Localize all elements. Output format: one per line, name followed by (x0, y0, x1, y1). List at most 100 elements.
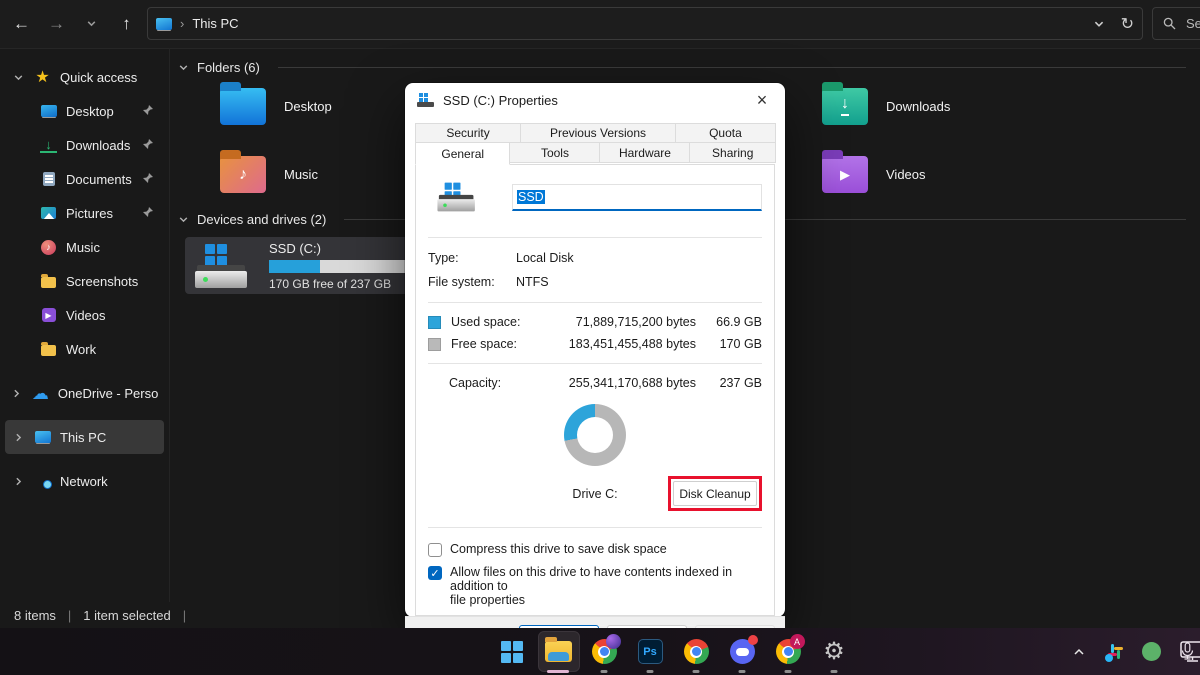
folder-tile-videos[interactable]: ▶ Videos (822, 156, 926, 193)
chrome-profile1-button[interactable] (581, 628, 627, 675)
profile-badge: A (790, 634, 805, 649)
search-input[interactable]: Search (1152, 7, 1200, 40)
disk-cleanup-button[interactable]: Disk Cleanup (673, 481, 757, 506)
sidebar-item-music[interactable]: ♪ Music (5, 230, 164, 264)
tab-general[interactable]: General (415, 142, 510, 165)
tab-quota[interactable]: Quota (675, 123, 776, 143)
sidebar-item-label[interactable]: Downloads (66, 138, 130, 153)
sidebar-item-label[interactable]: OneDrive - Personal (58, 386, 158, 401)
chevron-down-icon[interactable] (178, 214, 189, 225)
sidebar-item-label[interactable]: This PC (60, 430, 106, 445)
sidebar-item-label[interactable]: Music (66, 240, 100, 255)
sidebar-item-documents[interactable]: Documents (5, 162, 164, 196)
sidebar-item-onedrive[interactable]: ☁ OneDrive - Personal (5, 376, 164, 410)
sidebar-item-label[interactable]: Screenshots (66, 274, 138, 289)
section-label: Devices and drives (2) (197, 212, 326, 227)
back-icon[interactable]: ← (4, 6, 39, 41)
capacity-label: Capacity: (449, 376, 546, 390)
photoshop-button[interactable]: Ps (627, 628, 673, 675)
star-icon: ★ (34, 69, 51, 86)
general-tab-page: SSD Type: Local Disk File system: NTFS U… (415, 164, 775, 616)
forward-icon[interactable]: → (39, 6, 74, 41)
videos-folder-icon: ▶ (822, 156, 868, 193)
used-space-bytes: 71,889,715,200 bytes (546, 315, 696, 329)
refresh-icon[interactable]: ↻ (1121, 14, 1134, 34)
tab-security[interactable]: Security (415, 123, 521, 143)
tile-label[interactable]: Desktop (284, 99, 332, 114)
history-chevron-icon[interactable] (74, 6, 109, 41)
status-green-icon[interactable] (1138, 628, 1164, 675)
taskbar: Ps A ⚙ (0, 628, 1200, 675)
folder-tile-desktop[interactable]: Desktop (220, 88, 332, 125)
chrome-button[interactable] (673, 628, 719, 675)
desktop-folder-icon (220, 88, 266, 125)
address-bar[interactable]: › This PC ↻ (147, 7, 1143, 40)
tab-tools[interactable]: Tools (509, 142, 600, 163)
tab-previous-versions[interactable]: Previous Versions (520, 123, 676, 143)
address-chevron-down-icon[interactable] (1093, 18, 1105, 30)
sidebar-item-downloads[interactable]: ↓ Downloads (5, 128, 164, 162)
sidebar-item-work[interactable]: Work (5, 332, 164, 366)
tile-label[interactable]: Music (284, 167, 318, 182)
index-checkbox[interactable]: ✓ (428, 566, 442, 580)
drive-c-row: Drive C: Disk Cleanup (428, 476, 762, 511)
drive-label-input[interactable]: SSD (512, 184, 762, 211)
sidebar-item-network[interactable]: Network (5, 464, 164, 498)
sidebar: ★ Quick access Desktop ↓ Downloads Docum… (0, 48, 170, 602)
tile-label[interactable]: Downloads (886, 99, 950, 114)
sidebar-item-this-pc[interactable]: This PC (5, 420, 164, 454)
index-label: Allow files on this drive to have conten… (450, 565, 762, 607)
running-indicator (693, 670, 700, 673)
folders-section-header[interactable]: Folders (6) (178, 60, 1186, 75)
hard-drive-icon (193, 242, 251, 290)
sidebar-item-label[interactable]: Work (66, 342, 96, 357)
usage-donut-chart (564, 404, 626, 466)
file-explorer-button[interactable] (535, 628, 581, 675)
compress-checkbox[interactable] (428, 543, 442, 557)
index-checkbox-row[interactable]: ✓ Allow files on this drive to have cont… (426, 559, 764, 609)
chevron-right-icon[interactable] (11, 476, 25, 487)
chevron-down-icon[interactable] (11, 72, 25, 83)
chrome-profile2-button[interactable]: A (765, 628, 811, 675)
drive-name[interactable]: SSD (C:) (269, 241, 415, 256)
sidebar-item-desktop[interactable]: Desktop (5, 94, 164, 128)
hard-drive-icon (436, 181, 469, 213)
donut-hole (577, 417, 613, 453)
sidebar-item-label[interactable]: Videos (66, 308, 106, 323)
discord-button[interactable] (719, 628, 765, 675)
used-space-label: Used space: (451, 315, 546, 329)
chevron-right-icon[interactable] (11, 388, 23, 399)
compress-checkbox-row[interactable]: Compress this drive to save disk space (426, 536, 764, 559)
sidebar-item-label[interactable]: Desktop (66, 104, 114, 119)
folder-tile-downloads[interactable]: ↓ Downloads (822, 88, 950, 125)
start-button[interactable] (489, 628, 535, 675)
up-icon[interactable]: ↑ (109, 6, 144, 41)
folder-tile-music[interactable]: ♪ Music (220, 156, 318, 193)
chevron-right-icon[interactable] (11, 432, 25, 443)
tile-label[interactable]: Videos (886, 167, 926, 182)
chevron-down-icon[interactable] (178, 62, 189, 73)
sidebar-item-label[interactable]: Documents (66, 172, 132, 187)
tab-hardware[interactable]: Hardware (599, 142, 690, 163)
display-icon[interactable] (1176, 628, 1200, 675)
nav-buttons: ← → ↑ (4, 6, 144, 41)
sidebar-item-label[interactable]: Quick access (60, 70, 137, 85)
breadcrumb-label[interactable]: This PC (192, 16, 238, 31)
sidebar-item-screenshots[interactable]: Screenshots (5, 264, 164, 298)
breadcrumb-separator: › (180, 16, 184, 31)
drive-tile-ssd[interactable]: SSD (C:) 170 GB free of 237 GB (185, 237, 432, 294)
sidebar-item-quick-access[interactable]: ★ Quick access (5, 60, 164, 94)
settings-button[interactable]: ⚙ (811, 628, 857, 675)
this-pc-icon (34, 429, 51, 446)
tab-sharing[interactable]: Sharing (689, 142, 776, 163)
slack-tray-icon[interactable] (1102, 628, 1128, 675)
breadcrumb[interactable]: › This PC (156, 16, 239, 31)
dialog-titlebar[interactable]: SSD (C:) Properties × (405, 83, 785, 117)
sidebar-item-pictures[interactable]: Pictures (5, 196, 164, 230)
tray-chevron-up-icon[interactable] (1066, 628, 1092, 675)
sidebar-item-label[interactable]: Pictures (66, 206, 113, 221)
properties-dialog: SSD (C:) Properties × Security Previous … (405, 83, 785, 617)
close-icon[interactable]: × (751, 90, 773, 111)
sidebar-item-videos[interactable]: ▶ Videos (5, 298, 164, 332)
sidebar-item-label[interactable]: Network (60, 474, 108, 489)
